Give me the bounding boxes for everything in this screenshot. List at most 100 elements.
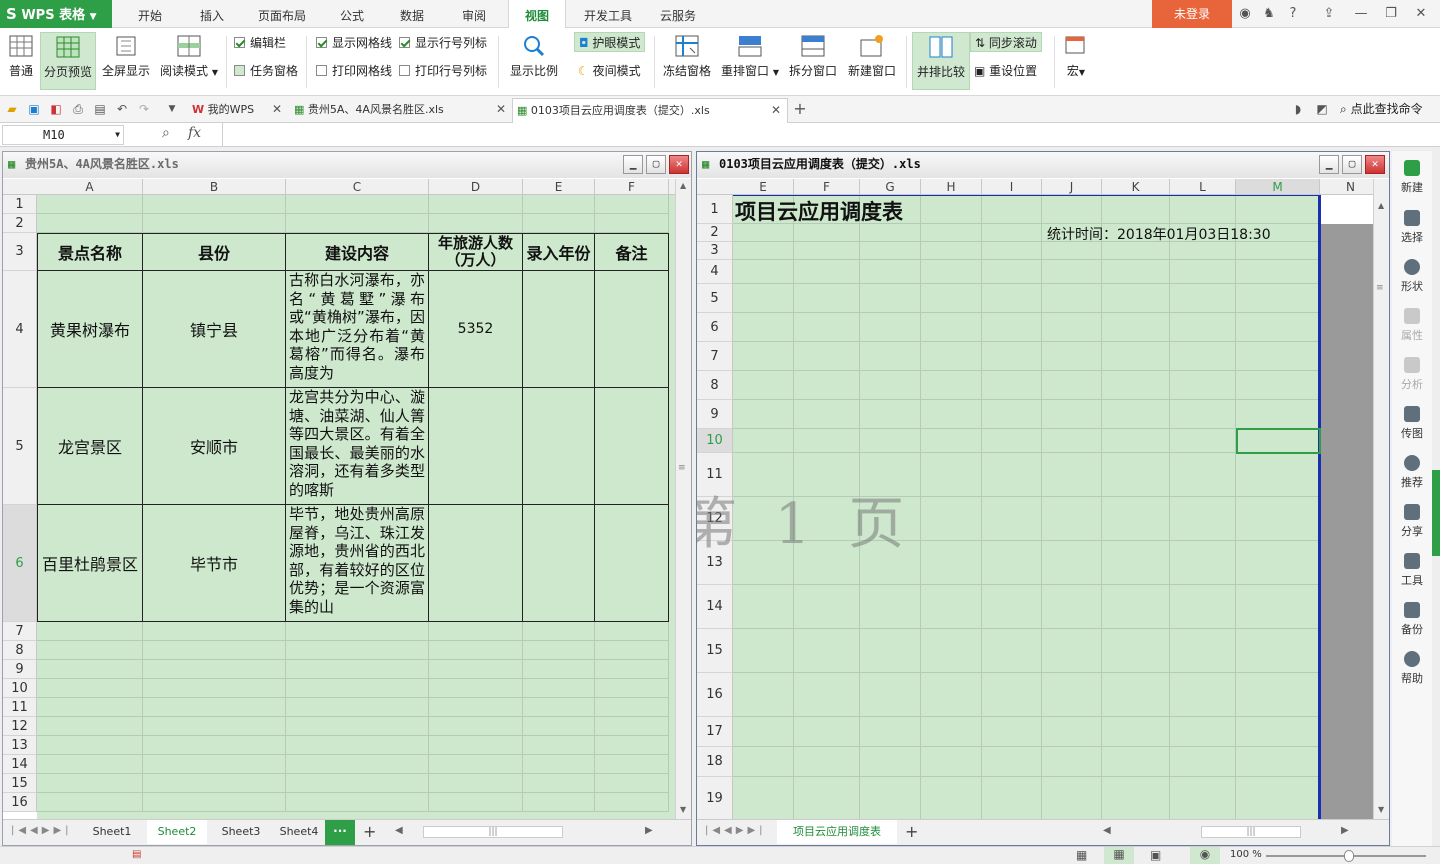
grid-cell[interactable] — [1170, 260, 1236, 284]
grid-cell[interactable] — [429, 717, 523, 736]
grid-cell[interactable] — [733, 747, 794, 777]
grid-cell[interactable] — [921, 497, 982, 541]
tab-project-xls[interactable]: ▦ 0103项目云应用调度表（提交）.xls ✕ — [512, 98, 788, 123]
table-cell[interactable] — [429, 388, 523, 505]
column-header[interactable]: H — [921, 179, 982, 195]
close-icon[interactable]: ✕ — [272, 98, 282, 121]
more-sheets-icon[interactable]: ··· — [325, 820, 355, 845]
table-cell[interactable] — [523, 388, 595, 505]
grid-cell[interactable] — [982, 585, 1042, 629]
grid-cell[interactable] — [1042, 747, 1102, 777]
grid-cell[interactable] — [1170, 453, 1236, 497]
sheet-nav-icons[interactable]: |◀◀▶▶| — [705, 825, 767, 836]
grid-cell[interactable] — [1236, 313, 1320, 342]
grid-cell[interactable] — [143, 660, 286, 679]
sidebar-item-select[interactable]: 选择 — [1394, 210, 1430, 245]
grid-cell[interactable] — [595, 660, 669, 679]
grid-cell[interactable] — [794, 673, 860, 717]
grid-cell[interactable] — [143, 698, 286, 717]
scroll-down-icon[interactable]: ▼ — [680, 805, 686, 814]
page-break-line[interactable] — [1318, 195, 1321, 819]
close-button[interactable]: ✕ — [669, 155, 689, 174]
row-header[interactable]: 1 — [3, 195, 37, 214]
grid-cell[interactable] — [143, 755, 286, 774]
grid-cell[interactable] — [1042, 585, 1102, 629]
grid-cell[interactable] — [1236, 284, 1320, 313]
normal-view-icon[interactable]: ▦ — [1076, 848, 1087, 862]
minimize-icon[interactable]: — — [1350, 4, 1372, 24]
row-header[interactable]: 6 — [697, 313, 733, 342]
grid-cell[interactable] — [860, 371, 921, 400]
fullscreen-button[interactable]: 全屏显示 — [98, 32, 154, 90]
sheet-nav-icons[interactable]: |◀◀▶▶| — [11, 825, 73, 836]
page-break-view-icon[interactable]: ▦ — [1104, 847, 1134, 864]
column-header[interactable]: F — [794, 179, 860, 195]
row-header[interactable]: 2 — [697, 224, 733, 242]
grid-cell[interactable] — [1170, 717, 1236, 747]
table-cell[interactable] — [595, 388, 669, 505]
grid-cell[interactable] — [1102, 371, 1170, 400]
grid-cell[interactable] — [921, 629, 982, 673]
sidebar-item-backup[interactable]: 备份 — [1394, 602, 1430, 637]
arrange-windows-button[interactable]: 重排窗口 ▼ — [718, 32, 782, 90]
split-window-button[interactable]: 拆分窗口 — [786, 32, 840, 90]
column-header[interactable]: C — [286, 179, 429, 195]
grid-cell[interactable] — [595, 755, 669, 774]
grid-cell[interactable] — [982, 400, 1042, 429]
table-cell[interactable] — [523, 271, 595, 388]
grid-cell[interactable] — [921, 342, 982, 371]
grid-cell[interactable] — [1236, 497, 1320, 541]
grid-cell[interactable] — [1170, 313, 1236, 342]
grid-cell[interactable] — [733, 673, 794, 717]
grid-cell[interactable] — [1102, 497, 1170, 541]
grid-cell[interactable] — [794, 429, 860, 453]
sidebar-item-share[interactable]: 分享 — [1394, 504, 1430, 539]
zoom-slider-thumb[interactable] — [1344, 850, 1354, 862]
grid-cell[interactable] — [1042, 195, 1102, 224]
grid-cell[interactable] — [595, 641, 669, 660]
grid-cell[interactable] — [921, 453, 982, 497]
grid-cell[interactable] — [982, 673, 1042, 717]
table-cell[interactable]: 毕节市 — [143, 505, 286, 622]
table-cell[interactable] — [595, 505, 669, 622]
grid-cell[interactable] — [1102, 717, 1170, 747]
menu-dev-tools[interactable]: 开发工具 — [576, 0, 640, 28]
grid-cell[interactable] — [37, 641, 143, 660]
new-tab-icon[interactable]: + — [792, 101, 808, 117]
grid-cell[interactable] — [37, 660, 143, 679]
grid-cell[interactable] — [1236, 585, 1320, 629]
grid-cell[interactable] — [794, 242, 860, 260]
minimize-button[interactable]: ▁ — [623, 155, 643, 174]
sidebar-item-shape[interactable]: 形状 — [1394, 259, 1430, 294]
tab-my-wps[interactable]: W 我的WPS ✕ — [188, 98, 288, 123]
grid-cell[interactable] — [794, 313, 860, 342]
function-icon[interactable]: fx — [188, 125, 201, 141]
row-header[interactable]: 17 — [697, 717, 733, 747]
grid-cell[interactable] — [37, 679, 143, 698]
row-header[interactable]: 5 — [3, 388, 37, 505]
grid-cell[interactable] — [523, 641, 595, 660]
grid-cell[interactable] — [595, 679, 669, 698]
grid-cell[interactable] — [1042, 342, 1102, 371]
grid-cell[interactable] — [733, 585, 794, 629]
grid-cell[interactable] — [860, 284, 921, 313]
grid-cell[interactable] — [733, 717, 794, 747]
grid-cell[interactable] — [523, 717, 595, 736]
grid-cell[interactable] — [860, 777, 921, 819]
grid-cell[interactable] — [860, 342, 921, 371]
grid-cell[interactable] — [982, 747, 1042, 777]
grid-cell[interactable] — [429, 793, 523, 812]
column-header[interactable]: I — [982, 179, 1042, 195]
grid-cell[interactable] — [1042, 400, 1102, 429]
table-cell[interactable] — [429, 505, 523, 622]
row-header[interactable]: 9 — [697, 400, 733, 429]
grid-cell[interactable] — [286, 622, 429, 641]
grid-cell[interactable] — [982, 777, 1042, 819]
row-header[interactable]: 6 — [3, 505, 37, 622]
grid-cell[interactable] — [733, 429, 794, 453]
grid-cell[interactable] — [794, 224, 860, 242]
row-header[interactable]: 15 — [697, 629, 733, 673]
close-button[interactable]: ✕ — [1365, 155, 1385, 174]
column-header[interactable]: M — [1236, 179, 1320, 195]
row-header[interactable]: 16 — [3, 793, 37, 812]
